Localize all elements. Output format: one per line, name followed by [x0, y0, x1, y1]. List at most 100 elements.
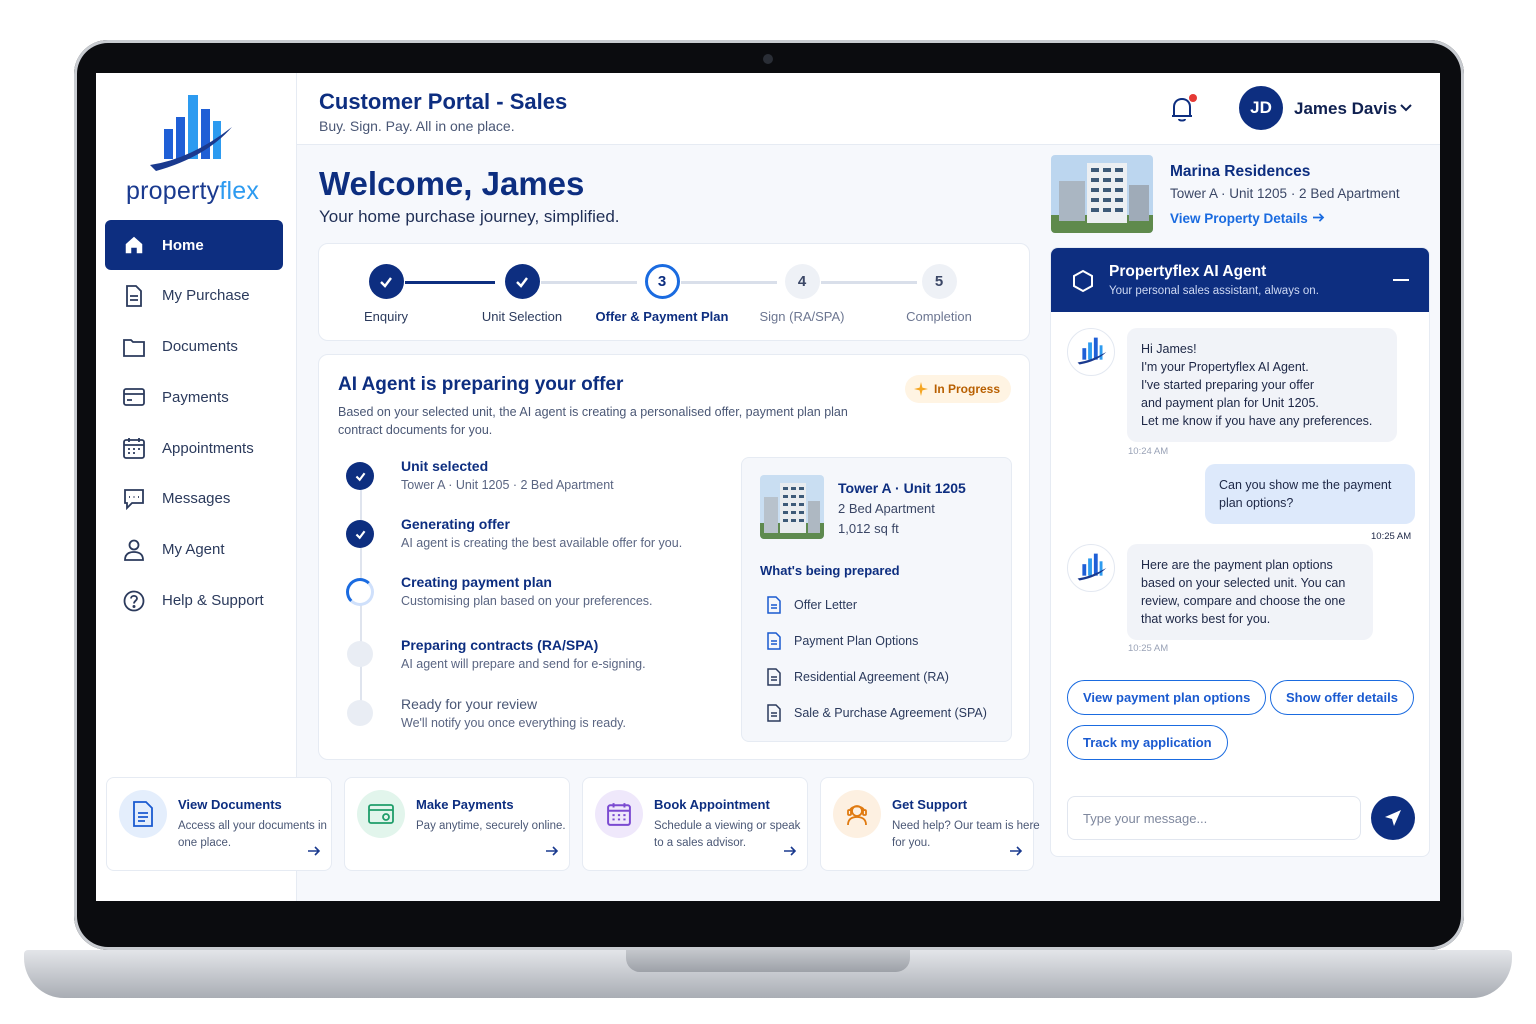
quick-action-desc: Access all your documents in one place. — [178, 820, 327, 849]
page-title: Customer Portal - Sales — [319, 89, 568, 114]
quick-action-book-appointment[interactable]: Book Appointment Schedule a viewing or s… — [582, 777, 808, 871]
user-name[interactable]: James Davis — [1294, 99, 1397, 119]
support-agent-icon — [833, 790, 881, 838]
step-completion[interactable]: 5 Completion — [869, 264, 1009, 324]
sidebar-item-documents[interactable]: Documents — [105, 322, 283, 372]
chip-show-offer-details[interactable]: Show offer details — [1270, 680, 1414, 715]
sidebar-item-appointments[interactable]: Appointments — [105, 423, 283, 473]
bot-avatar-icon — [1067, 328, 1115, 376]
message-line: Can you show me the payment — [1219, 478, 1392, 492]
sidebar-item-payments[interactable]: Payments — [105, 372, 283, 422]
prepared-doc-item[interactable]: Offer Letter — [766, 596, 857, 614]
chat-subtitle: Your personal sales assistant, always on… — [1109, 285, 1319, 297]
document-icon — [767, 596, 781, 614]
sidebar-nav: Home My Purchase Documents Payments Appo… — [105, 220, 283, 626]
timeline-desc: Tower A · Unit 1205 · 2 Bed Apartment — [401, 478, 614, 492]
offer-description: Based on your selected unit, the AI agen… — [338, 405, 848, 437]
quick-action-make-payments[interactable]: Make Payments Pay anytime, securely onli… — [344, 777, 570, 871]
chip-track-my-application[interactable]: Track my application — [1067, 725, 1228, 760]
arrow-right-icon — [1312, 213, 1324, 222]
step-label: Offer & Payment Plan — [595, 309, 729, 324]
sidebar-item-label: Payments — [162, 388, 229, 406]
sidebar-item-label: My Agent — [162, 541, 225, 559]
message-line: and payment plan for Unit 1205. — [1141, 396, 1319, 410]
page-subtitle: Buy. Sign. Pay. All in one place. — [319, 118, 515, 134]
webcam — [763, 54, 773, 64]
chevron-down-icon[interactable] — [1399, 101, 1413, 115]
welcome-title: Welcome, James — [319, 165, 585, 202]
prepared-documents-panel: Tower A · Unit 1205 2 Bed Apartment 1,01… — [741, 457, 1012, 742]
timeline-title: Generating offer — [401, 516, 510, 532]
timeline-title: Preparing contracts (RA/SPA) — [401, 637, 599, 653]
sidebar-item-label: Messages — [162, 490, 231, 508]
chat-message-user: Can you show me the payment plan options… — [1205, 464, 1415, 524]
minimize-icon[interactable] — [1393, 279, 1409, 281]
step-number: 3 — [644, 264, 680, 299]
document-icon — [767, 668, 781, 686]
logo-wordmark: propertyflex — [126, 177, 260, 205]
offer-progress-card: AI Agent is preparing your offer In Prog… — [318, 354, 1030, 760]
chat-header: Propertyflex AI Agent Your personal sale… — [1051, 248, 1429, 312]
property-subtitle: Tower A · Unit 1205 · 2 Bed Apartment — [1170, 186, 1400, 201]
document-icon — [119, 790, 167, 838]
quick-action-get-support[interactable]: Get Support Need help? Our team is here … — [820, 777, 1040, 871]
chat-message-input[interactable] — [1067, 796, 1361, 840]
pending-icon — [347, 700, 373, 726]
sidebar-item-label: Home — [162, 236, 204, 254]
check-icon — [368, 264, 404, 299]
check-icon — [346, 462, 374, 490]
unit-name: Tower A · Unit 1205 — [838, 480, 966, 496]
chat-icon — [122, 487, 146, 511]
sidebar-item-my-agent[interactable]: My Agent — [105, 525, 283, 575]
view-property-details-link[interactable]: View Property Details — [1170, 211, 1325, 226]
timeline-title: Ready for your review — [401, 696, 538, 712]
property-image — [1051, 155, 1153, 233]
quick-action-desc: Pay anytime, securely online. — [416, 820, 566, 832]
sidebar-item-my-purchase[interactable]: My Purchase — [105, 271, 283, 321]
prepared-doc-item[interactable]: Residential Agreement (RA) — [766, 668, 949, 686]
status-badge-label: In Progress — [934, 382, 1001, 396]
calendar-icon — [595, 790, 643, 838]
laptop-hinge — [626, 950, 910, 972]
sidebar-item-home[interactable]: Home — [105, 220, 283, 270]
step-unit-selection[interactable]: Unit Selection — [452, 264, 592, 324]
arrow-right-icon — [1010, 846, 1023, 856]
notification-dot — [1189, 94, 1197, 102]
send-button[interactable] — [1371, 796, 1415, 840]
message-timestamp: 10:25 AM — [1128, 643, 1169, 654]
prepared-doc-item[interactable]: Payment Plan Options — [766, 632, 918, 650]
message-timestamp: 10:25 AM — [1371, 531, 1412, 542]
quick-action-view-documents[interactable]: View Documents Access all your documents… — [106, 777, 332, 871]
quick-action-title: View Documents — [178, 797, 282, 812]
sidebar-item-help-support[interactable]: Help & Support — [105, 576, 283, 626]
avatar[interactable]: JD — [1239, 86, 1283, 130]
chip-view-payment-plan-options[interactable]: View payment plan options — [1067, 680, 1267, 715]
step-offer-payment-plan[interactable]: 3 Offer & Payment Plan — [592, 264, 732, 324]
prepared-doc-item[interactable]: Sale & Purchase Agreement (SPA) — [766, 704, 987, 722]
message-line: I've started preparing your offer — [1141, 378, 1315, 392]
sidebar-item-label: My Purchase — [162, 287, 250, 305]
quick-action-title: Get Support — [892, 797, 968, 812]
progress-stepper: Enquiry Unit Selection 3 Offer & Payment… — [318, 243, 1030, 341]
step-sign[interactable]: 4 Sign (RA/SPA) — [732, 264, 872, 324]
timeline-desc: We'll notify you once everything is read… — [401, 716, 626, 730]
chat-message-bot: Hi James! I'm your Propertyflex AI Agent… — [1127, 328, 1397, 442]
message-line: Here are the payment plan options — [1141, 558, 1333, 572]
arrow-right-icon — [308, 846, 321, 856]
spinner-icon — [346, 578, 374, 606]
timeline-title: Creating payment plan — [401, 574, 552, 590]
property-name: Marina Residences — [1170, 163, 1311, 180]
logo-icon — [150, 95, 232, 171]
user-icon — [122, 538, 146, 562]
building-image — [760, 475, 824, 539]
top-header: Customer Portal - Sales Buy. Sign. Pay. … — [297, 73, 1440, 145]
payment-card-icon — [357, 790, 405, 838]
quick-action-title: Book Appointment — [654, 797, 770, 812]
message-line: plan options? — [1219, 496, 1294, 510]
timeline-desc: Customising plan based on your preferenc… — [401, 594, 653, 608]
sidebar-item-messages[interactable]: Messages — [105, 474, 283, 524]
help-icon — [122, 589, 146, 613]
message-line: that works best for you. — [1141, 612, 1271, 626]
agent-hexagon-icon — [1073, 269, 1093, 293]
step-enquiry[interactable]: Enquiry — [316, 264, 456, 324]
